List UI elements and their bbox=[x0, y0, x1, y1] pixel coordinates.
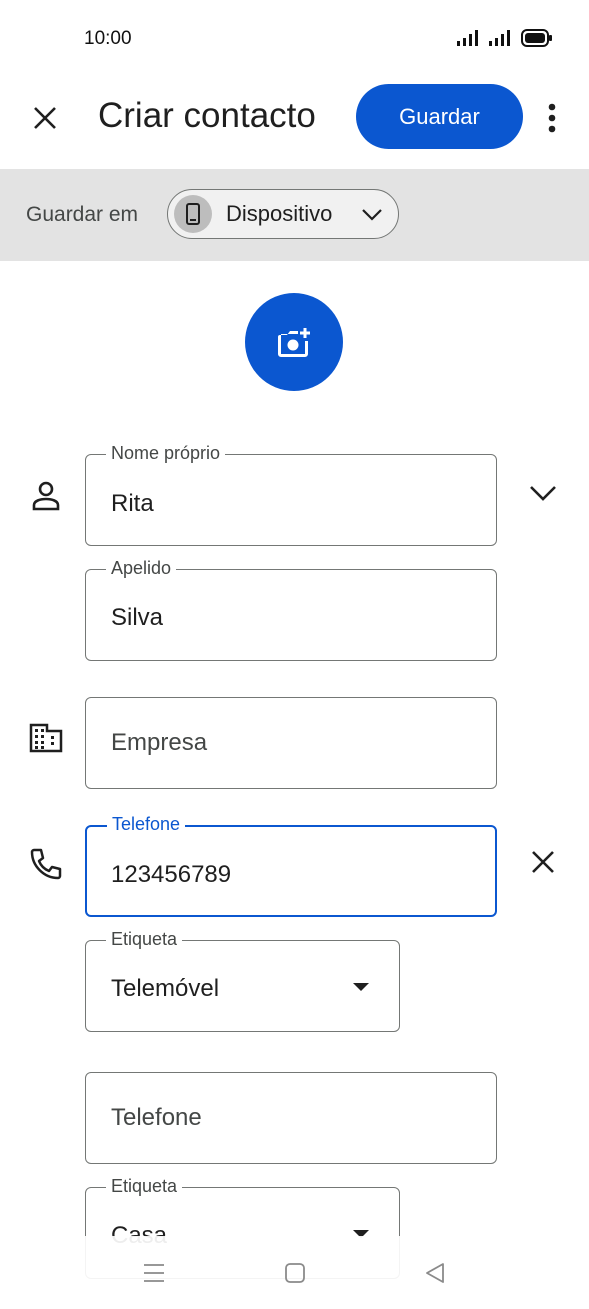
phone-type-label: Etiqueta bbox=[106, 929, 183, 950]
expand-name-button[interactable] bbox=[523, 472, 563, 512]
signal-icon-2 bbox=[489, 30, 510, 46]
device-avatar bbox=[174, 195, 212, 233]
clear-icon bbox=[532, 851, 554, 873]
account-label: Dispositivo bbox=[226, 201, 333, 226]
person-icon bbox=[28, 478, 64, 514]
phone-device-icon bbox=[186, 203, 200, 225]
status-time: 10:00 bbox=[84, 28, 132, 49]
back-nav-icon[interactable] bbox=[424, 1261, 446, 1285]
phone-2-placeholder: Telefone bbox=[111, 1104, 202, 1131]
chevron-down-icon bbox=[362, 209, 382, 221]
last-name-field[interactable]: Apelido Silva bbox=[85, 558, 497, 661]
save-button[interactable]: Guardar bbox=[356, 84, 523, 149]
menu-nav-icon[interactable] bbox=[143, 1262, 165, 1284]
phone-2-field[interactable]: Telefone bbox=[85, 1072, 497, 1164]
close-icon bbox=[34, 107, 56, 129]
company-placeholder: Empresa bbox=[111, 729, 208, 756]
save-in-label: Guardar em bbox=[26, 203, 139, 226]
phone-icon bbox=[27, 845, 65, 883]
first-name-value: Rita bbox=[111, 490, 154, 517]
last-name-value: Silva bbox=[111, 604, 164, 631]
first-name-label: Nome próprio bbox=[106, 443, 226, 464]
first-name-field[interactable]: Nome próprio Rita bbox=[85, 443, 497, 546]
signal-icon bbox=[457, 30, 478, 46]
last-name-label: Apelido bbox=[106, 558, 177, 579]
phone-value: 123456789 bbox=[111, 861, 232, 888]
phone-type-select[interactable]: Etiqueta Telemóvel bbox=[85, 929, 400, 1032]
phone-field[interactable]: Telefone 123456789 bbox=[85, 814, 497, 917]
chevron-down-icon bbox=[530, 486, 556, 501]
add-photo-icon bbox=[278, 328, 310, 357]
battery-icon bbox=[521, 29, 552, 47]
company-field[interactable]: Empresa bbox=[85, 697, 497, 789]
phone-label: Telefone bbox=[107, 814, 186, 835]
page-title: Criar contacto bbox=[98, 96, 316, 135]
business-icon bbox=[27, 721, 65, 755]
home-nav-icon[interactable] bbox=[284, 1262, 306, 1284]
phone-2-type-label: Etiqueta bbox=[106, 1176, 183, 1197]
add-photo-button[interactable] bbox=[245, 293, 343, 391]
status-icons bbox=[457, 29, 553, 47]
close-button[interactable] bbox=[22, 95, 68, 141]
more-vert-icon bbox=[548, 103, 556, 133]
dropdown-arrow-icon bbox=[353, 983, 369, 991]
phone-type-value: Telemóvel bbox=[111, 975, 220, 1002]
clear-phone-button[interactable] bbox=[523, 842, 563, 882]
more-options-button[interactable] bbox=[538, 96, 566, 140]
